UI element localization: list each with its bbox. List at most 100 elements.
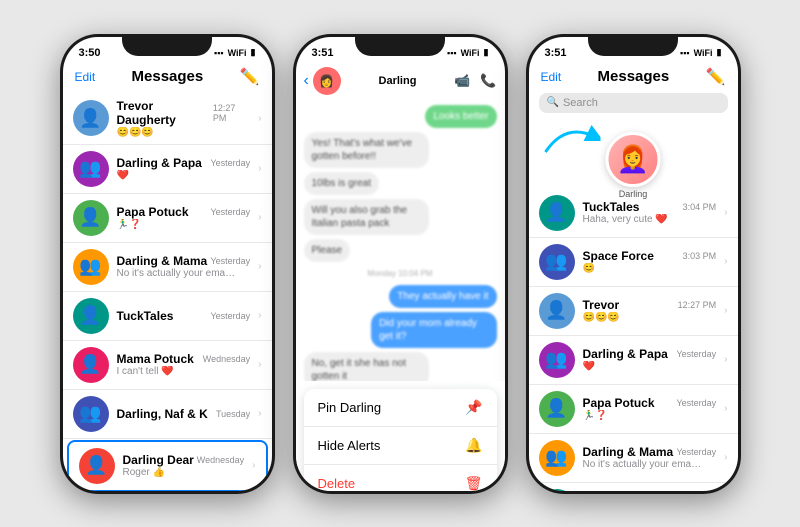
- msg-preview: 🏃‍♂️❓: [583, 410, 703, 421]
- msg-header: Trevor Daugherty12:27 PM: [117, 99, 251, 127]
- context-item-label: Hide Alerts: [318, 438, 381, 453]
- message-bubble: Please: [304, 239, 351, 262]
- chevron-icon: ›: [724, 305, 727, 316]
- message-item[interactable]: 👥Darling, Naf & KTuesday›: [63, 390, 272, 439]
- msg-content: Darling & MamaYesterdayNo it's actually …: [583, 445, 717, 470]
- msg-time: 12:27 PM: [678, 300, 717, 310]
- context-item-label: Delete: [318, 476, 356, 491]
- msg-content: TuckTales Yesterday: [117, 309, 251, 323]
- avatar: 👤: [73, 200, 109, 236]
- arrow-svg: [541, 117, 601, 157]
- search-icon: 🔍: [547, 97, 559, 108]
- call-icon[interactable]: 📞: [480, 73, 496, 89]
- avatar: 👤: [539, 489, 575, 491]
- contact-name: Trevor: [583, 298, 620, 312]
- context-overlay: Pin Darling 📌 Hide Alerts🔔 Delete 🗑: [296, 381, 505, 491]
- msg-header: Darling & PapaYesterday: [583, 347, 717, 361]
- compose-button-1[interactable]: ✏️: [240, 67, 260, 87]
- context-menu-item[interactable]: Hide Alerts🔔: [304, 427, 497, 465]
- context-item-label: Pin Darling: [318, 400, 382, 415]
- search-placeholder: Search: [563, 97, 598, 109]
- msg-content: Darling & PapaYesterday❤️: [583, 347, 717, 372]
- phone-1: 3:50 ▪▪▪ WiFi ▮ Edit Messages ✏️ 👤Trevor…: [60, 34, 275, 494]
- message-item[interactable]: 👤Trevor Daugherty12:27 PM😊😊😊›: [63, 93, 272, 145]
- avatar: 👥: [539, 244, 575, 280]
- message-item[interactable]: 👥Space Force3:03 PM😊›: [529, 238, 738, 287]
- msg-preview: Haha, very cute ❤️: [583, 214, 703, 225]
- avatar: 👤: [73, 100, 109, 136]
- message-item[interactable]: 👤Mama PotuckWednesdayI can't tell ❤️›: [63, 341, 272, 390]
- msg-time: Wednesday: [197, 455, 244, 465]
- msg-time: Yesterday: [210, 256, 250, 266]
- message-item[interactable]: 👥Darling & PapaYesterday❤️›: [529, 336, 738, 385]
- message-item[interactable]: 👥Darling & PapaYesterday❤️›: [63, 145, 272, 194]
- contact-name: Papa Potuck: [117, 205, 189, 219]
- message-bubble: Will you also grab the Italian pasta pac…: [304, 199, 429, 235]
- msg-content: Darling, Naf & KTuesday: [117, 407, 251, 421]
- compose-button-3[interactable]: ✏️: [706, 67, 726, 87]
- message-item[interactable]: 👤TuckTalesYesterday›: [529, 483, 738, 491]
- context-item-icon: 🗑: [465, 475, 483, 491]
- status-time-3: 3:51: [545, 47, 567, 59]
- msg-header: Trevor 12:27 PM: [583, 298, 717, 312]
- context-menu: Pin Darling 📌 Hide Alerts🔔 Delete 🗑: [304, 389, 497, 491]
- context-item-icon: 📌: [465, 399, 482, 416]
- context-menu-item[interactable]: Delete 🗑: [304, 465, 497, 491]
- msg-time: Yesterday: [210, 311, 250, 321]
- chevron-icon: ›: [258, 408, 261, 419]
- avatar: 👤: [539, 195, 575, 231]
- msg-preview: 🏃‍♂️❓: [117, 219, 237, 230]
- search-bar[interactable]: 🔍 Search: [539, 93, 728, 113]
- avatar: 👥: [73, 249, 109, 285]
- message-item[interactable]: 👥 Darling & MamaYesterdayNo it's actually…: [63, 243, 272, 292]
- nav-bar-3: Edit Messages ✏️: [529, 65, 738, 93]
- contact-name: Darling & Mama: [117, 254, 208, 268]
- contact-name: Darling & Papa: [117, 156, 202, 170]
- message-item[interactable]: 👤Papa PotuckYesterday🏃‍♂️❓›: [63, 194, 272, 243]
- msg-header: Darling & MamaYesterday: [117, 254, 251, 268]
- signal-icon: ▪▪▪: [214, 48, 224, 58]
- status-time-2: 3:51: [312, 47, 334, 59]
- avatar: 👤: [539, 293, 575, 329]
- message-bubble: 10lbs is great: [304, 172, 379, 195]
- message-item[interactable]: 👤TuckTalesYesterday›: [63, 292, 272, 341]
- floating-avatar: 👩‍🦰: [606, 132, 661, 187]
- msg-header: TuckTales3:04 PM: [583, 200, 717, 214]
- message-item[interactable]: 👤Darling DearWednesdayRoger 👍›: [67, 440, 268, 491]
- chevron-icon: ›: [258, 261, 261, 272]
- message-bubble: Yes! That's what we've gotten before!!: [304, 132, 429, 168]
- edit-button-1[interactable]: Edit: [75, 70, 96, 84]
- video-icon[interactable]: 📹: [454, 73, 470, 89]
- contact-name: TuckTales: [117, 309, 174, 323]
- msg-time: Yesterday: [676, 349, 716, 359]
- chevron-icon: ›: [258, 359, 261, 370]
- msg-header: Darling DearWednesday: [123, 453, 245, 467]
- phone-2: 3:51 ▪▪▪ WiFi ▮ ‹ 👩 Darling 📹 📞 Looks be…: [293, 34, 508, 494]
- msg-time: 3:04 PM: [683, 202, 717, 212]
- msg-header: Darling & PapaYesterday: [117, 156, 251, 170]
- msg-time: Wednesday: [203, 354, 250, 364]
- status-icons-2: ▪▪▪ WiFi ▮: [447, 47, 488, 58]
- message-bubble: Looks better: [425, 105, 496, 128]
- conv-nav: ‹ 👩 Darling 📹 📞: [296, 65, 505, 101]
- msg-time: Yesterday: [210, 207, 250, 217]
- conv-name: Darling: [345, 75, 450, 87]
- msg-header: Space Force3:03 PM: [583, 249, 717, 263]
- msg-content: Darling & MamaYesterdayNo it's actually …: [117, 254, 251, 279]
- message-item[interactable]: 👥Darling & MamaYesterdayNo it's actually…: [529, 434, 738, 483]
- back-button[interactable]: ‹: [304, 72, 309, 90]
- wifi-icon-2: WiFi: [461, 48, 480, 58]
- msg-content: Trevor12:27 PM😊😊😊: [583, 298, 717, 323]
- message-item[interactable]: 👤Papa PotuckYesterday🏃‍♂️❓›: [529, 385, 738, 434]
- msg-content: Darling & PapaYesterday❤️: [117, 156, 251, 181]
- context-menu-item[interactable]: Pin Darling 📌: [304, 389, 497, 427]
- msg-content: Papa PotuckYesterday🏃‍♂️❓: [583, 396, 717, 421]
- chevron-icon: ›: [258, 113, 261, 124]
- message-item[interactable]: 👤Trevor12:27 PM😊😊😊›: [529, 287, 738, 336]
- avatar: 👤: [79, 448, 115, 484]
- chevron-icon: ›: [724, 354, 727, 365]
- edit-button-3[interactable]: Edit: [541, 70, 562, 84]
- wifi-icon-3: WiFi: [694, 48, 713, 58]
- floating-avatar-container: 👩‍🦰 Darling: [606, 132, 661, 199]
- conv-avatar: 👩: [313, 67, 341, 95]
